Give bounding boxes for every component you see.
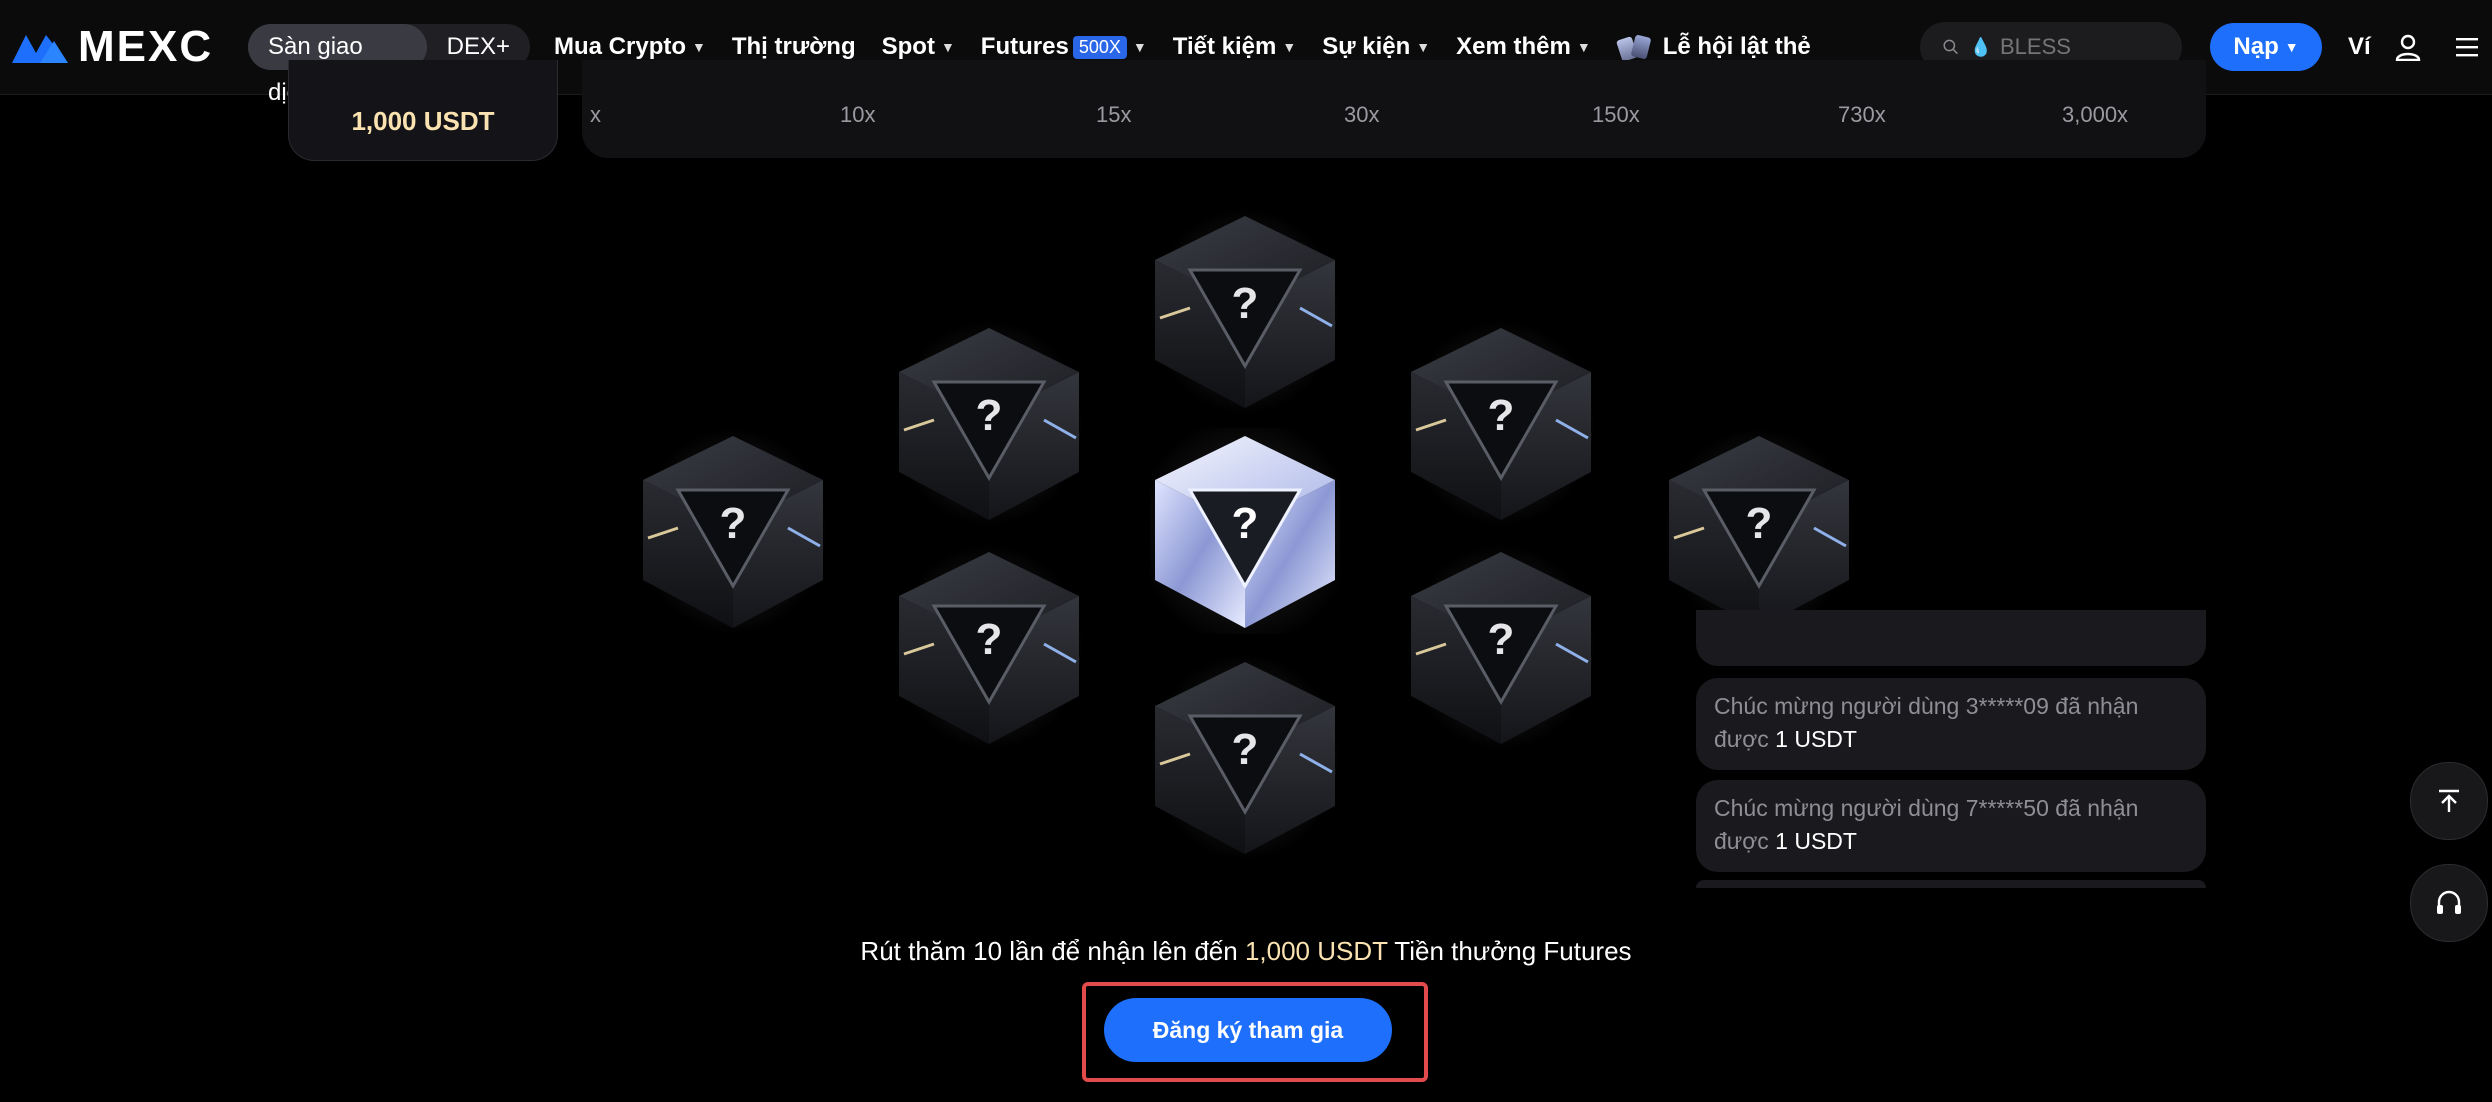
box-question-mark: ? — [1746, 499, 1773, 548]
search-input[interactable] — [1998, 33, 2182, 61]
user-icon[interactable] — [2394, 33, 2422, 61]
box-question-mark: ? — [976, 391, 1003, 440]
deposit-button[interactable]: Nạp ▼ — [2210, 23, 2322, 71]
caret-down-icon: ▼ — [940, 39, 955, 55]
nav-label: Sự kiện — [1322, 33, 1411, 60]
mystery-box[interactable]: ? — [894, 320, 1084, 526]
register-join-button[interactable]: Đăng ký tham gia — [1104, 998, 1392, 1062]
nav-savings[interactable]: Tiết kiệm ▼ — [1173, 33, 1296, 61]
box-question-mark: ? — [1488, 615, 1515, 664]
feed-amount: 1 USDT — [1775, 726, 1857, 752]
feed-item: Chúc mừng người dùng 3*****09 đã nhận đư… — [1696, 678, 2206, 770]
box-question-mark: ? — [976, 615, 1003, 664]
logo-text: MEXC — [78, 22, 214, 71]
deposit-label: Nạp — [2233, 33, 2279, 60]
menu-icon[interactable] — [2454, 36, 2480, 58]
box-question-mark: ? — [1488, 391, 1515, 440]
mystery-box-icon: ? — [1406, 320, 1596, 526]
mystery-box[interactable]: ? — [1150, 654, 1340, 860]
multiplier-label: 10x — [840, 102, 876, 127]
mystery-box[interactable]: ? — [1406, 544, 1596, 750]
mystery-box-icon: ? — [894, 544, 1084, 750]
mystery-box[interactable]: ? — [1406, 320, 1596, 526]
token-drop-icon: 💧 — [1969, 36, 1992, 57]
mystery-box-icon: ? — [894, 320, 1084, 526]
feed-amount: 1 USDT — [1775, 828, 1857, 854]
nav-label: Tiết kiệm — [1172, 33, 1277, 60]
futures-leverage-badge: 500X — [1072, 35, 1127, 59]
mystery-box[interactable]: ? — [638, 428, 828, 634]
nav-label: Mua Crypto — [554, 33, 686, 60]
nav-markets[interactable]: Thị trường — [732, 33, 856, 61]
mystery-box[interactable]: ? — [1150, 208, 1340, 414]
caret-down-icon: ▼ — [2284, 39, 2299, 55]
crystal-box-icon: ? — [1150, 428, 1340, 634]
headline-highlight: 1,000 USDT — [1244, 936, 1388, 966]
multiplier-label: 150x — [1592, 102, 1640, 127]
box-question-mark: ? — [1232, 499, 1259, 548]
support-button[interactable] — [2410, 864, 2488, 942]
prize-amount: 1,000 USDT — [351, 106, 495, 136]
nav-buy-crypto[interactable]: Mua Crypto ▼ — [554, 33, 706, 61]
multiplier-label: x — [590, 102, 601, 127]
nav-more[interactable]: Xem thêm ▼ — [1456, 33, 1591, 61]
headline-text: Rút thăm 10 lần để nhận lên đến — [860, 936, 1245, 966]
nav-label: Lễ hội lật thẻ — [1662, 33, 1811, 60]
mexc-logo[interactable]: MEXC — [10, 22, 213, 71]
nav-events[interactable]: Sự kiện ▼ — [1322, 33, 1430, 61]
draw-headline: Rút thăm 10 lần để nhận lên đến 1,000 US… — [0, 936, 2492, 967]
headset-icon — [2437, 890, 2461, 914]
feed-item: Chúc mừng người dùng 7*****50 đã nhận đư… — [1696, 780, 2206, 872]
nav-futures[interactable]: Futures 500X ▼ — [981, 33, 1147, 61]
mystery-box[interactable]: ? — [1664, 428, 1854, 634]
cards-icon — [1615, 34, 1653, 62]
prize-pool-card: 1,000 USDT — [288, 60, 558, 161]
nav-label: Xem thêm — [1456, 33, 1571, 60]
caret-down-icon: ▼ — [692, 39, 706, 55]
nav-card-festival[interactable]: Lễ hội lật thẻ — [1615, 33, 1811, 62]
caret-down-icon: ▼ — [1282, 39, 1297, 55]
multiplier-label: 15x — [1096, 102, 1132, 127]
box-question-mark: ? — [1232, 725, 1259, 774]
mystery-box-icon: ? — [1664, 428, 1854, 634]
feed-text: Chúc mừng người dùng 3*****09 đã nhận đư… — [1714, 690, 2194, 756]
box-question-mark: ? — [1232, 279, 1259, 328]
box-question-mark: ? — [720, 499, 747, 548]
feed-item-partial — [1696, 610, 2206, 666]
feed-text: Chúc mừng người dùng 7*****50 đã nhận đư… — [1714, 792, 2194, 858]
headline-text: Tiền thưởng Futures — [1387, 936, 1632, 966]
wallet-link[interactable]: Ví — [2348, 33, 2371, 61]
caret-down-icon: ▼ — [1576, 39, 1591, 55]
arrow-up-icon — [2439, 789, 2459, 812]
mystery-box-icon: ? — [1406, 544, 1596, 750]
mexc-mark-icon — [12, 35, 68, 63]
back-to-top-button[interactable] — [2410, 762, 2488, 840]
multiplier-label: 3,000x — [2062, 102, 2129, 127]
caret-down-icon: ▼ — [1132, 39, 1147, 55]
multiplier-label: 30x — [1344, 102, 1380, 127]
multiplier-strip: x 10x 15x 30x 150x 730x 3,000x — [582, 60, 2206, 158]
search-icon — [1943, 39, 1958, 55]
mystery-box-icon: ? — [638, 428, 828, 634]
nav-spot[interactable]: Spot ▼ — [882, 33, 955, 61]
mystery-box[interactable]: ? — [894, 544, 1084, 750]
caret-down-icon: ▼ — [1416, 39, 1431, 55]
multiplier-label: 730x — [1838, 102, 1886, 127]
mystery-box-selected[interactable]: ? — [1150, 428, 1340, 634]
nav-label: Spot — [881, 33, 935, 60]
nav-label: Thị trường — [731, 33, 856, 60]
nav-label: Futures — [980, 33, 1069, 60]
mystery-box-icon: ? — [1150, 208, 1340, 414]
mystery-box-icon: ? — [1150, 654, 1340, 860]
feed-item-partial — [1696, 880, 2206, 888]
